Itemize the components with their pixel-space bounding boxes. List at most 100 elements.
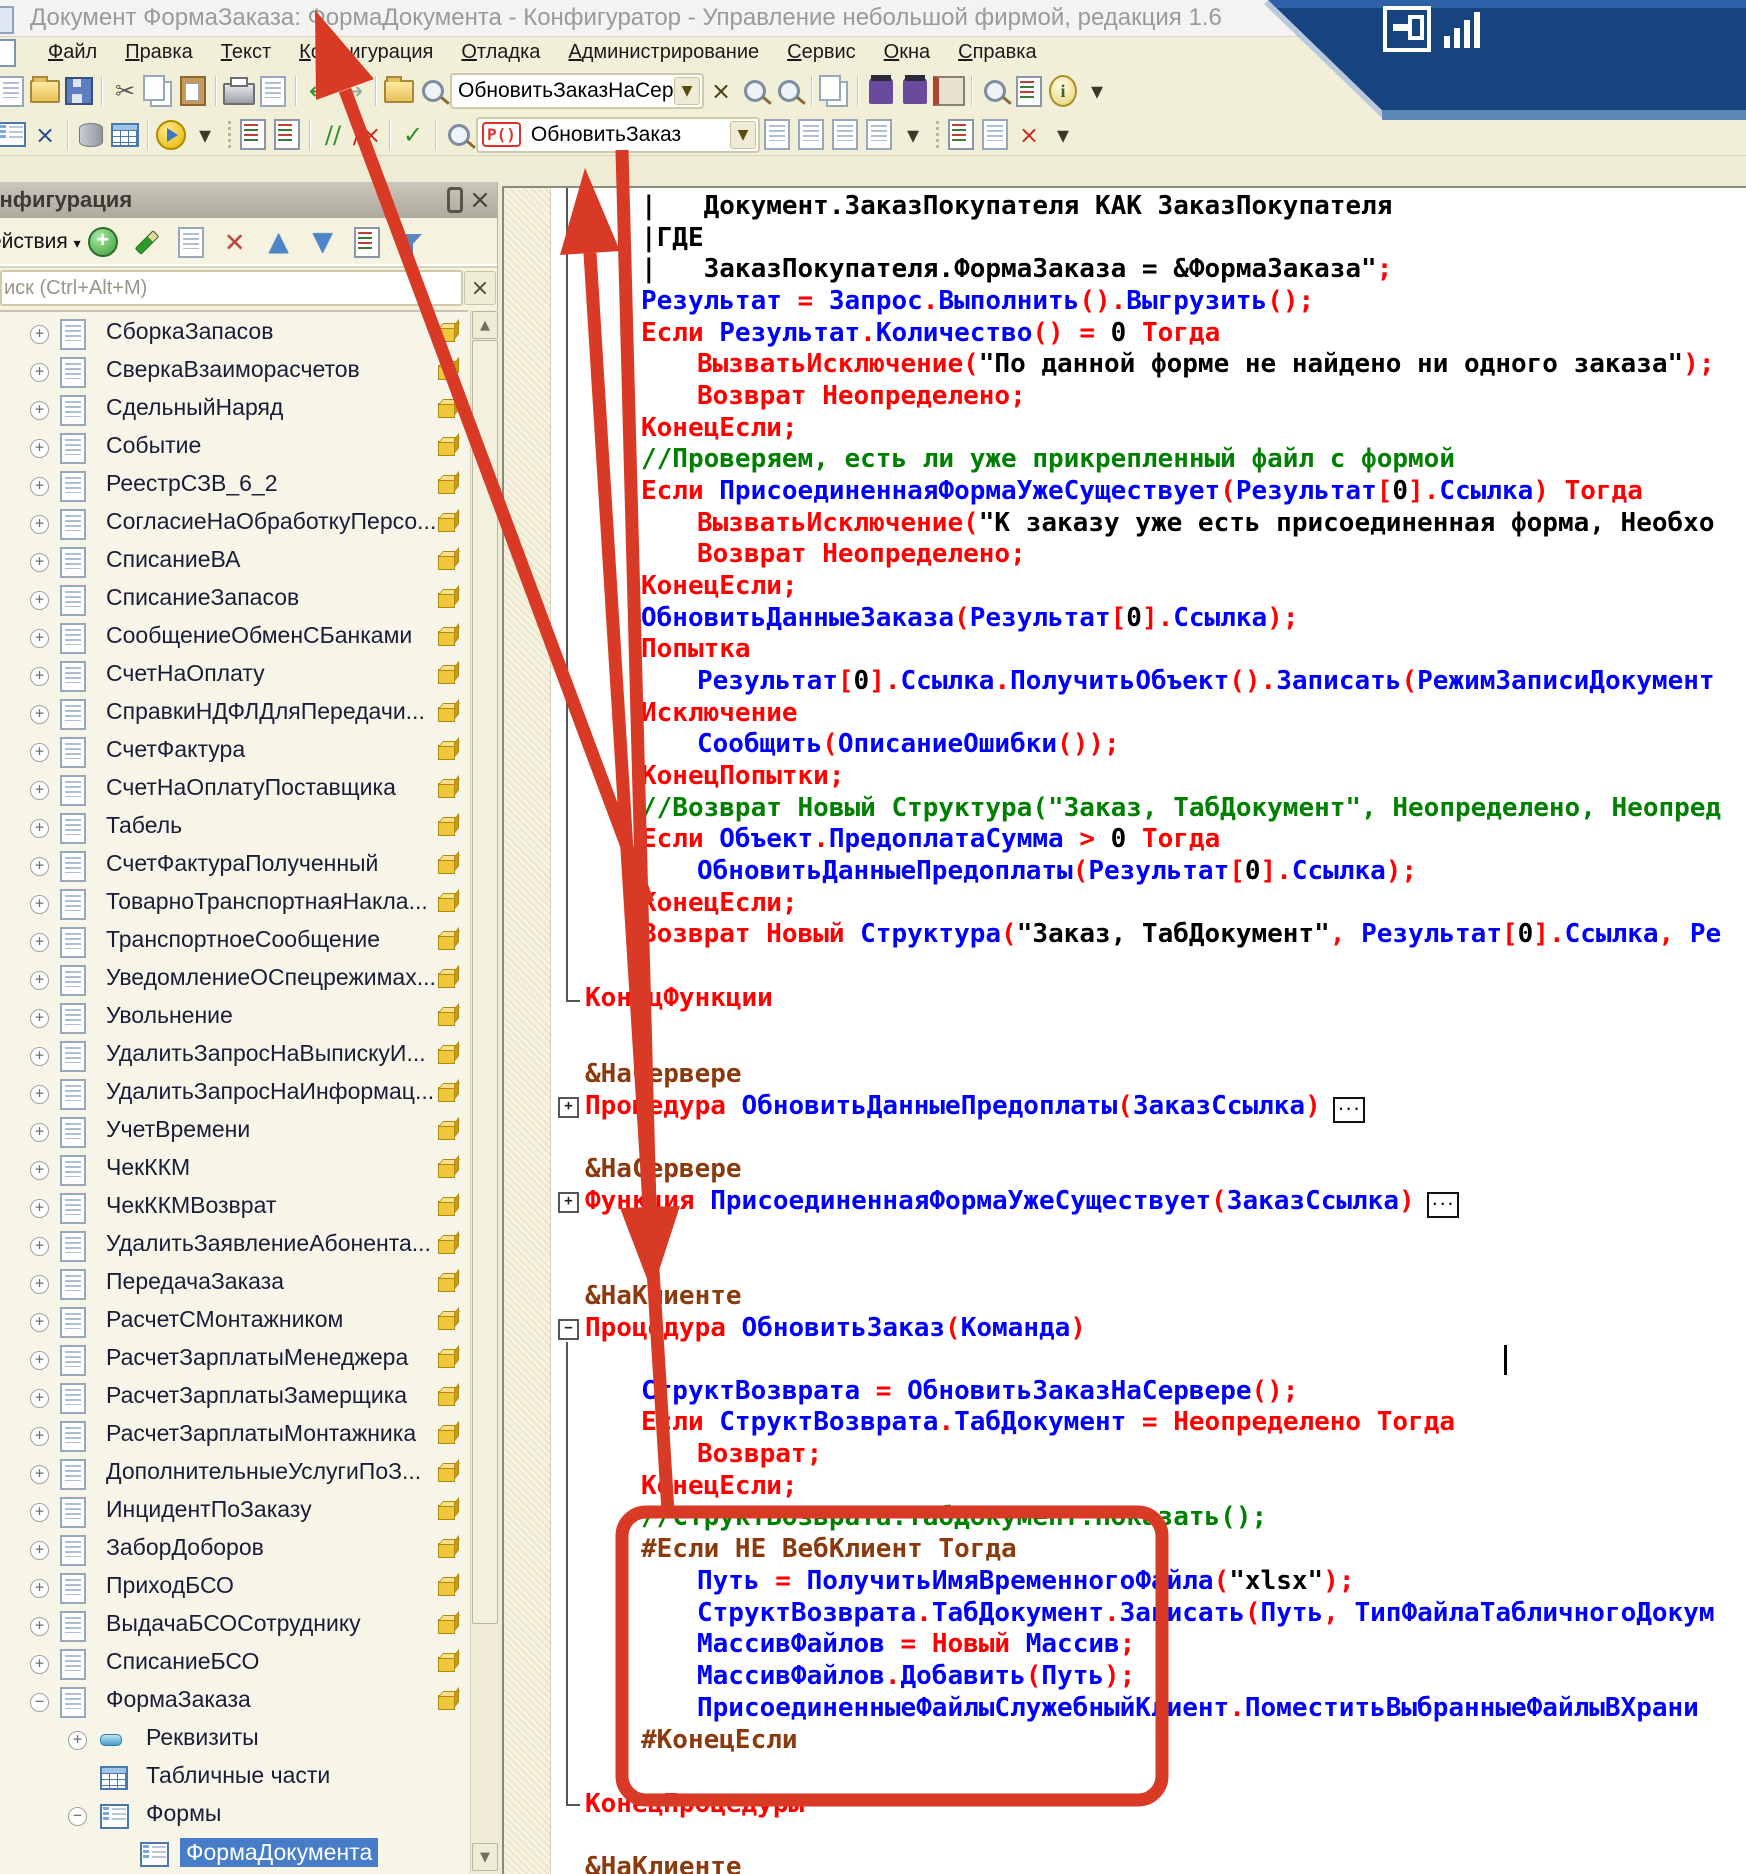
- tree-item-УдалитьЗаявлениеАбонента[interactable]: +УдалитьЗаявлениеАбонента...: [0, 1229, 468, 1263]
- find-icon[interactable]: [416, 74, 450, 108]
- tree-item-ИнцидентПоЗаказу[interactable]: +ИнцидентПоЗаказу: [0, 1495, 468, 1529]
- tree-item-СогласиеНаОбработкуПерсо[interactable]: +СогласиеНаОбработкуПерсо...: [0, 507, 468, 541]
- tree-item-ПередачаЗаказа[interactable]: +ПередачаЗаказа: [0, 1267, 468, 1301]
- tree-item-Реквизиты[interactable]: +Реквизиты: [0, 1723, 468, 1757]
- tree-item-СправкиНДФЛДляПередачи[interactable]: +СправкиНДФЛДляПередачи...: [0, 697, 468, 731]
- expand-icon[interactable]: +: [30, 515, 49, 534]
- expand-icon[interactable]: +: [30, 971, 49, 990]
- assistant-icon[interactable]: [898, 74, 932, 108]
- tree-item-УчетВремени[interactable]: +УчетВремени: [0, 1115, 468, 1149]
- procedure-combo[interactable]: P()ОбновитьЗаказ▼: [476, 117, 760, 153]
- expand-icon[interactable]: +: [30, 1617, 49, 1636]
- tree-item-ТоварноТранспортнаяНакла[interactable]: +ТоварноТранспортнаяНакла...: [0, 887, 468, 921]
- save-icon[interactable]: [62, 74, 96, 108]
- tree-item-Увольнение[interactable]: +Увольнение: [0, 1001, 468, 1035]
- fold-collapse-icon[interactable]: −: [558, 1319, 579, 1340]
- expand-icon[interactable]: +: [30, 1313, 49, 1332]
- expand-icon[interactable]: +: [30, 1123, 49, 1142]
- menu-сервис[interactable]: Сервис: [773, 40, 870, 65]
- print-icon[interactable]: [222, 74, 256, 108]
- goto-next-icon[interactable]: [794, 118, 828, 152]
- expand-icon[interactable]: +: [30, 1085, 49, 1104]
- start-debug-icon[interactable]: [154, 118, 188, 152]
- tree-item-СдельныйНаряд[interactable]: +СдельныйНаряд: [0, 393, 468, 427]
- tree-item-УдалитьЗапросНаВыпискуИ[interactable]: +УдалитьЗапросНаВыпискуИ...: [0, 1039, 468, 1073]
- open-folder-icon[interactable]: [28, 74, 62, 108]
- doc-grey-icon[interactable]: [828, 118, 862, 152]
- filter-icon[interactable]: [389, 224, 433, 260]
- proc-dropdown-icon[interactable]: ▾: [896, 118, 930, 152]
- search-clear-icon[interactable]: ×: [464, 271, 496, 305]
- tree-item-Табель[interactable]: +Табель: [0, 811, 468, 845]
- edit-doc-icon[interactable]: [978, 118, 1012, 152]
- pin-icon[interactable]: [447, 187, 463, 213]
- scroll-down-icon[interactable]: ▼: [472, 1843, 498, 1871]
- delete-doc-icon[interactable]: ×: [1012, 118, 1046, 152]
- expand-icon[interactable]: +: [30, 667, 49, 686]
- dock-header[interactable]: онфигурация ×: [0, 182, 497, 218]
- expand-icon[interactable]: +: [30, 1351, 49, 1370]
- tree-item-УдалитьЗапросНаИнформац[interactable]: +УдалитьЗапросНаИнформац...: [0, 1077, 468, 1111]
- expand-icon[interactable]: +: [30, 743, 49, 762]
- copy-icon[interactable]: [142, 74, 176, 108]
- db-update-icon[interactable]: [74, 118, 108, 152]
- tree-item-ЧекККМ[interactable]: +ЧекККМ: [0, 1153, 468, 1187]
- doc-plain-icon[interactable]: [862, 118, 896, 152]
- syntax-check-icon[interactable]: ✓: [396, 118, 430, 152]
- delete-icon[interactable]: ×: [213, 224, 257, 260]
- menu-конфигурация[interactable]: Конфигурация: [285, 40, 447, 65]
- help-search-icon[interactable]: [978, 74, 1012, 108]
- fold-expand-icon[interactable]: +: [558, 1097, 579, 1118]
- actions-menu[interactable]: ействия ▾: [0, 230, 81, 254]
- info-icon[interactable]: i: [1046, 74, 1080, 108]
- expand-icon[interactable]: +: [30, 363, 49, 382]
- procedures-list-icon[interactable]: [442, 118, 476, 152]
- more2-dropdown-icon[interactable]: ▾: [1046, 118, 1080, 152]
- uncomment-icon[interactable]: /×: [350, 118, 384, 152]
- tree-item-СписаниеБСО[interactable]: +СписаниеБСО: [0, 1647, 468, 1681]
- add-icon[interactable]: +: [81, 224, 125, 260]
- tree-item-СписаниеВА[interactable]: +СписаниеВА: [0, 545, 468, 579]
- collapse-icon[interactable]: −: [30, 1693, 49, 1712]
- expand-icon[interactable]: +: [30, 553, 49, 572]
- notes-icon[interactable]: [1012, 74, 1046, 108]
- move-up-icon[interactable]: ▲: [257, 224, 301, 260]
- tree-item-Формы[interactable]: −Формы: [0, 1799, 468, 1833]
- tree-item-СчетФактура[interactable]: +СчетФактура: [0, 735, 468, 769]
- window-copy-icon[interactable]: [818, 74, 852, 108]
- tree-item-СообщениеОбменСБанками[interactable]: +СообщениеОбменСБанками: [0, 621, 468, 655]
- expand-icon[interactable]: +: [30, 1161, 49, 1180]
- edit-icon[interactable]: [125, 224, 169, 260]
- tree-item-Табличные части[interactable]: Табличные части: [0, 1761, 468, 1795]
- global-search-combo[interactable]: ОбновитьЗаказНаСер▼: [450, 73, 704, 109]
- tree-item-УведомлениеОСпецрежимах[interactable]: +УведомлениеОСпецрежимах...: [0, 963, 468, 997]
- menu-окна[interactable]: Окна: [870, 40, 944, 65]
- find-in-files-icon[interactable]: [382, 74, 416, 108]
- comment-icon[interactable]: //: [316, 118, 350, 152]
- expand-icon[interactable]: +: [30, 629, 49, 648]
- tree-item-ЧекККМВозврат[interactable]: +ЧекККМВозврат: [0, 1191, 468, 1225]
- expand-icon[interactable]: +: [30, 401, 49, 420]
- expand-icon[interactable]: +: [30, 1275, 49, 1294]
- expand-icon[interactable]: +: [30, 857, 49, 876]
- tree-item-РасчетСМонтажником[interactable]: +РасчетСМонтажником: [0, 1305, 468, 1339]
- tree-item-ВыдачаБСОСотруднику[interactable]: +ВыдачаБСОСотруднику: [0, 1609, 468, 1643]
- tree-item-СверкаВзаиморасчетов[interactable]: +СверкаВзаиморасчетов: [0, 355, 468, 389]
- global-search-combo-dropdown-icon[interactable]: ▼: [674, 77, 700, 105]
- find-previous-icon[interactable]: [738, 74, 772, 108]
- tree-item-РасчетЗарплатыМенеджера[interactable]: +РасчетЗарплатыМенеджера: [0, 1343, 468, 1377]
- redo-icon[interactable]: →: [336, 74, 370, 108]
- menu-отладка[interactable]: Отладка: [447, 40, 554, 65]
- paste-icon[interactable]: [176, 74, 210, 108]
- wizard-icon[interactable]: [864, 74, 898, 108]
- tree-item-СписаниеЗапасов[interactable]: +СписаниеЗапасов: [0, 583, 468, 617]
- template-b-icon[interactable]: [270, 118, 304, 152]
- collapsed-code-icon[interactable]: ...: [1427, 1192, 1459, 1218]
- fold-expand-icon[interactable]: +: [558, 1192, 579, 1213]
- print-preview-icon[interactable]: [256, 74, 290, 108]
- add-copy-icon[interactable]: [169, 224, 213, 260]
- menu-администрирование[interactable]: Администрирование: [554, 40, 773, 65]
- tree-item-РеестрСЗВ_6_2[interactable]: +РеестрСЗВ_6_2: [0, 469, 468, 503]
- menu-файл[interactable]: Файл: [34, 40, 111, 65]
- tree-item-ФормаДокумента[interactable]: ФормаДокумента: [0, 1837, 468, 1871]
